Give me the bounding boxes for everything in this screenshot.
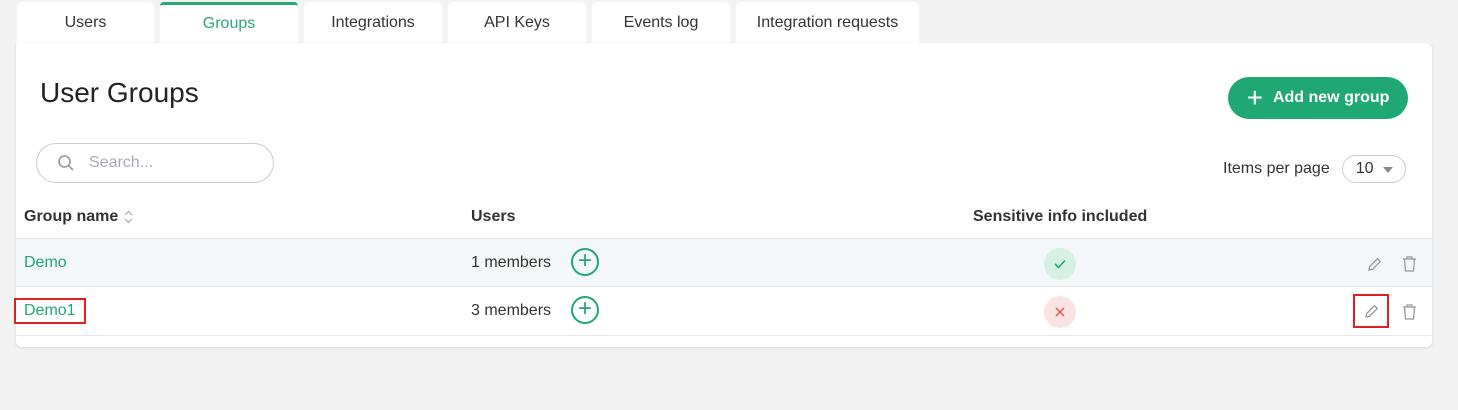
items-per-page-value: 10 [1355,160,1374,177]
tab-events-log[interactable]: Events log [592,2,730,43]
group-name-link[interactable]: Demo1 [14,298,86,324]
add-new-group-label: Add new group [1272,89,1390,106]
table-row: Demo1 3 members + [14,287,1432,336]
tab-api-keys[interactable]: API Keys [448,2,586,43]
x-icon [1044,296,1076,328]
items-per-page: Items per page 10 [1223,155,1406,183]
header-group-name-label: Group name [24,208,119,225]
tab-integrations[interactable]: Integrations [304,2,442,43]
pencil-icon[interactable] [1361,251,1387,277]
add-new-group-button[interactable]: + Add new group [1228,77,1408,119]
plus-icon: + [1246,82,1263,113]
groups-panel: User Groups + Add new group Items per pa… [14,43,1432,347]
chevron-down-icon [1382,167,1393,173]
header-users: Users [471,208,516,225]
tab-users[interactable]: Users [17,2,154,43]
sort-icon[interactable] [124,210,133,224]
member-count: 3 members [471,302,552,319]
trash-icon[interactable] [1396,299,1422,325]
search-icon [58,155,74,171]
tab-groups[interactable]: Groups [160,2,298,43]
pencil-icon[interactable] [1353,294,1389,328]
header-sensitive: Sensitive info included [973,208,1148,225]
group-name-link[interactable]: Demo [24,254,67,272]
tab-integration-requests[interactable]: Integration requests [736,2,919,43]
add-member-icon[interactable]: + [571,296,599,324]
table-row: Demo 1 members + [16,238,1432,287]
check-icon [1044,248,1076,280]
trash-icon[interactable] [1396,251,1422,277]
items-per-page-select[interactable]: 10 [1341,155,1406,183]
search-input[interactable] [87,153,261,173]
items-per-page-label: Items per page [1223,160,1330,177]
page-title: User Groups [40,77,199,108]
header-group-name[interactable]: Group name [24,208,133,226]
member-count: 1 members [471,254,552,271]
search-box[interactable] [36,143,274,183]
add-member-icon[interactable]: + [571,248,599,276]
